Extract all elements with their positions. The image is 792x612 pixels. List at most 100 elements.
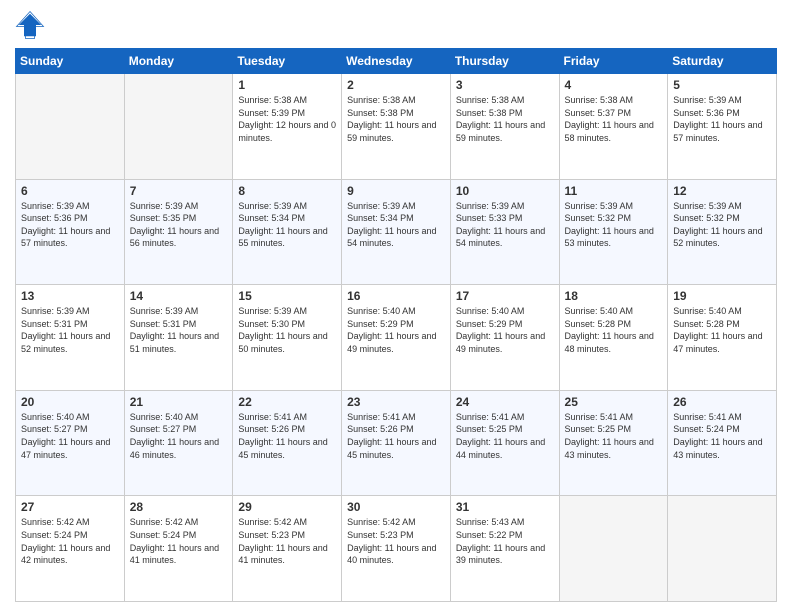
day-number: 18 — [565, 289, 663, 303]
weekday-header-row: SundayMondayTuesdayWednesdayThursdayFrid… — [16, 49, 777, 74]
day-number: 17 — [456, 289, 554, 303]
calendar-cell: 13 Sunrise: 5:39 AM Sunset: 5:31 PM Dayli… — [16, 285, 125, 391]
day-number: 13 — [21, 289, 119, 303]
calendar-cell: 18 Sunrise: 5:40 AM Sunset: 5:28 PM Dayli… — [559, 285, 668, 391]
calendar-cell: 11Sunrise: 5:39 AM Sunset: 5:32 PM Dayli… — [559, 179, 668, 285]
calendar-cell: 10 Sunrise: 5:39 AM Sunset: 5:33 PM Dayli… — [450, 179, 559, 285]
calendar-cell: 14 Sunrise: 5:39 AM Sunset: 5:31 PM Dayli… — [124, 285, 233, 391]
calendar-cell: 6 Sunrise: 5:39 AM Sunset: 5:36 PM Daylig… — [16, 179, 125, 285]
calendar-week-3: 13 Sunrise: 5:39 AM Sunset: 5:31 PM Dayli… — [16, 285, 777, 391]
day-number: 15 — [238, 289, 336, 303]
day-number: 29 — [238, 500, 336, 514]
weekday-header-wednesday: Wednesday — [342, 49, 451, 74]
day-number: 19 — [673, 289, 771, 303]
day-info: Sunrise: 5:39 AM Sunset: 5:36 PM Dayligh… — [673, 94, 771, 144]
calendar-cell: 4 Sunrise: 5:38 AM Sunset: 5:37 PM Daylig… — [559, 74, 668, 180]
calendar-week-5: 27 Sunrise: 5:42 AM Sunset: 5:24 PM Dayli… — [16, 496, 777, 602]
header — [15, 10, 777, 40]
day-info: Sunrise: 5:39 AM Sunset: 5:35 PM Dayligh… — [130, 200, 228, 250]
day-info: Sunrise: 5:39 AM Sunset: 5:31 PM Dayligh… — [21, 305, 119, 355]
day-number: 12 — [673, 184, 771, 198]
day-info: Sunrise: 5:41 AM Sunset: 5:26 PM Dayligh… — [347, 411, 445, 461]
day-number: 30 — [347, 500, 445, 514]
calendar-cell — [16, 74, 125, 180]
day-number: 5 — [673, 78, 771, 92]
calendar: SundayMondayTuesdayWednesdayThursdayFrid… — [15, 48, 777, 602]
day-info: Sunrise: 5:39 AM Sunset: 5:32 PM Dayligh… — [673, 200, 771, 250]
day-info: Sunrise: 5:42 AM Sunset: 5:24 PM Dayligh… — [130, 516, 228, 566]
logo-icon — [15, 10, 45, 40]
day-number: 22 — [238, 395, 336, 409]
day-info: Sunrise: 5:39 AM Sunset: 5:30 PM Dayligh… — [238, 305, 336, 355]
day-number: 10 — [456, 184, 554, 198]
calendar-cell: 15 Sunrise: 5:39 AM Sunset: 5:30 PM Dayli… — [233, 285, 342, 391]
day-number: 9 — [347, 184, 445, 198]
day-number: 24 — [456, 395, 554, 409]
calendar-cell: 5 Sunrise: 5:39 AM Sunset: 5:36 PM Daylig… — [668, 74, 777, 180]
calendar-cell: 3 Sunrise: 5:38 AM Sunset: 5:38 PM Daylig… — [450, 74, 559, 180]
weekday-header-monday: Monday — [124, 49, 233, 74]
day-number: 3 — [456, 78, 554, 92]
calendar-cell: 19 Sunrise: 5:40 AM Sunset: 5:28 PM Dayli… — [668, 285, 777, 391]
logo — [15, 10, 49, 40]
day-number: 16 — [347, 289, 445, 303]
calendar-cell: 28 Sunrise: 5:42 AM Sunset: 5:24 PM Dayli… — [124, 496, 233, 602]
day-info: Sunrise: 5:42 AM Sunset: 5:24 PM Dayligh… — [21, 516, 119, 566]
day-number: 4 — [565, 78, 663, 92]
calendar-cell: 1 Sunrise: 5:38 AM Sunset: 5:39 PM Daylig… — [233, 74, 342, 180]
day-info: Sunrise: 5:38 AM Sunset: 5:38 PM Dayligh… — [456, 94, 554, 144]
weekday-header-saturday: Saturday — [668, 49, 777, 74]
day-info: Sunrise: 5:42 AM Sunset: 5:23 PM Dayligh… — [347, 516, 445, 566]
day-info: Sunrise: 5:39 AM Sunset: 5:36 PM Dayligh… — [21, 200, 119, 250]
day-info: Sunrise: 5:38 AM Sunset: 5:39 PM Dayligh… — [238, 94, 336, 144]
day-number: 14 — [130, 289, 228, 303]
calendar-cell: 2Sunrise: 5:38 AM Sunset: 5:38 PM Daylig… — [342, 74, 451, 180]
day-info: Sunrise: 5:41 AM Sunset: 5:26 PM Dayligh… — [238, 411, 336, 461]
day-number: 31 — [456, 500, 554, 514]
calendar-cell: 23 Sunrise: 5:41 AM Sunset: 5:26 PM Dayli… — [342, 390, 451, 496]
calendar-week-4: 20Sunrise: 5:40 AM Sunset: 5:27 PM Dayli… — [16, 390, 777, 496]
day-number: 25 — [565, 395, 663, 409]
calendar-week-2: 6 Sunrise: 5:39 AM Sunset: 5:36 PM Daylig… — [16, 179, 777, 285]
day-number: 6 — [21, 184, 119, 198]
day-info: Sunrise: 5:40 AM Sunset: 5:29 PM Dayligh… — [347, 305, 445, 355]
calendar-cell: 16 Sunrise: 5:40 AM Sunset: 5:29 PM Dayli… — [342, 285, 451, 391]
calendar-cell: 12 Sunrise: 5:39 AM Sunset: 5:32 PM Dayli… — [668, 179, 777, 285]
calendar-cell: 17Sunrise: 5:40 AM Sunset: 5:29 PM Dayli… — [450, 285, 559, 391]
day-number: 23 — [347, 395, 445, 409]
calendar-cell: 25 Sunrise: 5:41 AM Sunset: 5:25 PM Dayli… — [559, 390, 668, 496]
calendar-cell: 22 Sunrise: 5:41 AM Sunset: 5:26 PM Dayli… — [233, 390, 342, 496]
day-number: 27 — [21, 500, 119, 514]
day-info: Sunrise: 5:38 AM Sunset: 5:37 PM Dayligh… — [565, 94, 663, 144]
weekday-header-sunday: Sunday — [16, 49, 125, 74]
calendar-cell: 26Sunrise: 5:41 AM Sunset: 5:24 PM Dayli… — [668, 390, 777, 496]
day-info: Sunrise: 5:39 AM Sunset: 5:33 PM Dayligh… — [456, 200, 554, 250]
day-number: 1 — [238, 78, 336, 92]
calendar-cell — [124, 74, 233, 180]
calendar-cell — [559, 496, 668, 602]
calendar-cell: 31 Sunrise: 5:43 AM Sunset: 5:22 PM Dayli… — [450, 496, 559, 602]
calendar-cell: 30 Sunrise: 5:42 AM Sunset: 5:23 PM Dayli… — [342, 496, 451, 602]
calendar-week-1: 1 Sunrise: 5:38 AM Sunset: 5:39 PM Daylig… — [16, 74, 777, 180]
calendar-cell — [668, 496, 777, 602]
calendar-cell: 21Sunrise: 5:40 AM Sunset: 5:27 PM Dayli… — [124, 390, 233, 496]
day-info: Sunrise: 5:40 AM Sunset: 5:28 PM Dayligh… — [565, 305, 663, 355]
day-info: Sunrise: 5:43 AM Sunset: 5:22 PM Dayligh… — [456, 516, 554, 566]
calendar-cell: 9Sunrise: 5:39 AM Sunset: 5:34 PM Daylig… — [342, 179, 451, 285]
day-number: 28 — [130, 500, 228, 514]
weekday-header-friday: Friday — [559, 49, 668, 74]
day-info: Sunrise: 5:42 AM Sunset: 5:23 PM Dayligh… — [238, 516, 336, 566]
calendar-cell: 29 Sunrise: 5:42 AM Sunset: 5:23 PM Dayli… — [233, 496, 342, 602]
day-info: Sunrise: 5:41 AM Sunset: 5:25 PM Dayligh… — [456, 411, 554, 461]
calendar-cell: 7Sunrise: 5:39 AM Sunset: 5:35 PM Daylig… — [124, 179, 233, 285]
day-number: 20 — [21, 395, 119, 409]
day-info: Sunrise: 5:41 AM Sunset: 5:24 PM Dayligh… — [673, 411, 771, 461]
weekday-header-tuesday: Tuesday — [233, 49, 342, 74]
day-info: Sunrise: 5:40 AM Sunset: 5:28 PM Dayligh… — [673, 305, 771, 355]
calendar-cell: 24 Sunrise: 5:41 AM Sunset: 5:25 PM Dayli… — [450, 390, 559, 496]
calendar-cell: 27 Sunrise: 5:42 AM Sunset: 5:24 PM Dayli… — [16, 496, 125, 602]
calendar-cell: 20Sunrise: 5:40 AM Sunset: 5:27 PM Dayli… — [16, 390, 125, 496]
day-info: Sunrise: 5:41 AM Sunset: 5:25 PM Dayligh… — [565, 411, 663, 461]
day-info: Sunrise: 5:38 AM Sunset: 5:38 PM Dayligh… — [347, 94, 445, 144]
day-info: Sunrise: 5:39 AM Sunset: 5:31 PM Dayligh… — [130, 305, 228, 355]
